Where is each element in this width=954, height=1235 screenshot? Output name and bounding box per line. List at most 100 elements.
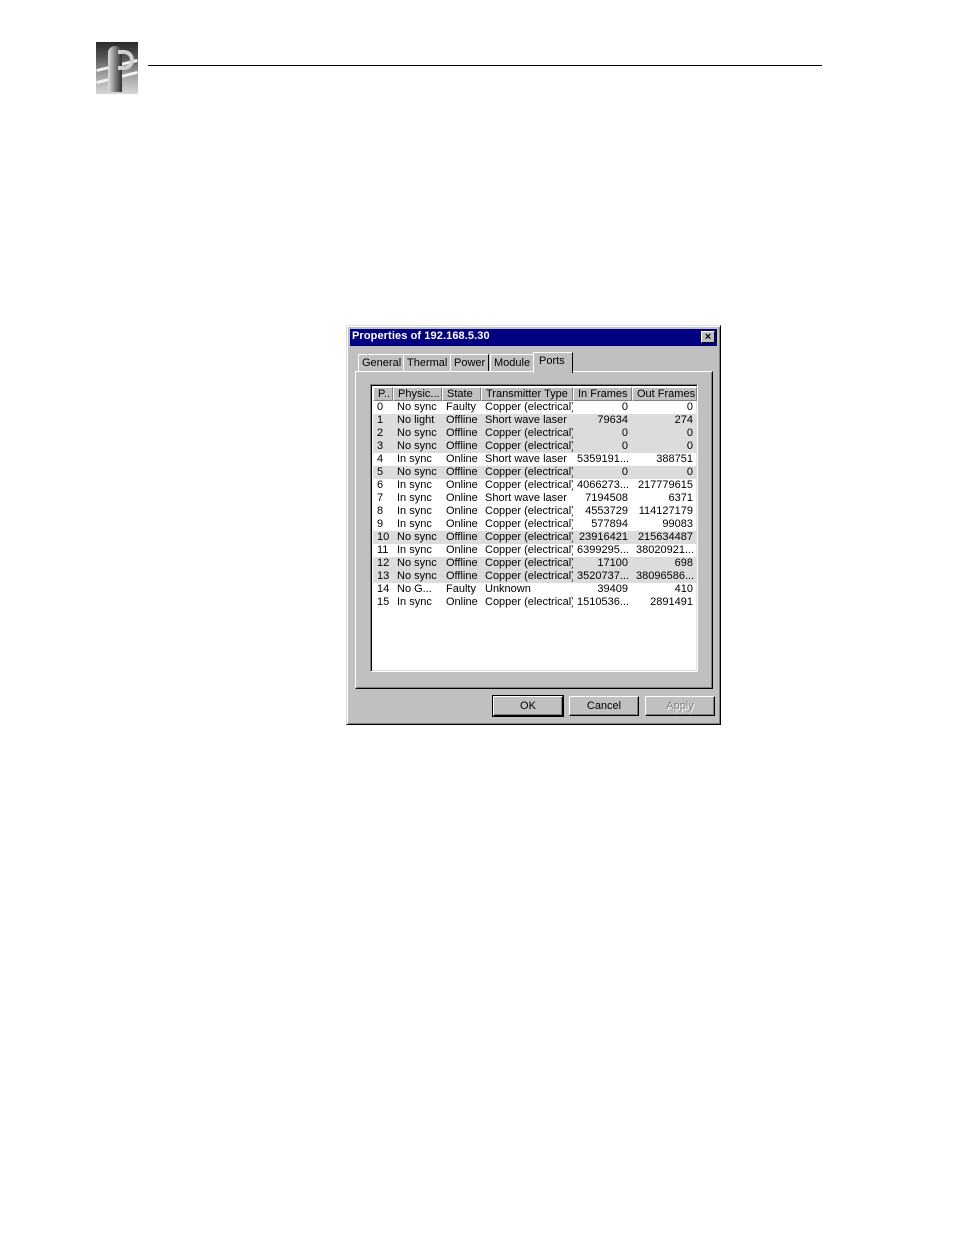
cell-in-frames: 0: [621, 427, 628, 439]
table-row[interactable]: 1 No light Offline Short wave laser 79634 274: [373, 414, 697, 427]
cell-state: Online: [446, 492, 478, 504]
close-button[interactable]: ×: [701, 331, 715, 343]
cell-out-frames: 215634487: [637, 531, 693, 543]
cell-physical: No sync: [397, 570, 437, 582]
cell-port: 0: [377, 401, 384, 413]
ports-list[interactable]: P.. Physic... State Transmitter Type In …: [370, 384, 698, 672]
table-row[interactable]: 13 No sync Offline Copper (electrical) 35207…: [373, 570, 697, 583]
cell-port: 7: [377, 492, 384, 504]
cell-state: Online: [446, 505, 478, 517]
dialog-title: Properties of 192.168.5.30: [352, 330, 490, 342]
column-header-physical[interactable]: Physic...: [393, 387, 442, 401]
cell-state: Offline: [446, 414, 478, 426]
table-row[interactable]: 5 No sync Offline Copper (electrical) 0 0: [373, 466, 697, 479]
cell-state: Offline: [446, 570, 478, 582]
cell-in-frames: 6399295...: [577, 544, 629, 556]
cell-state: Faulty: [446, 583, 476, 595]
cell-physical: No sync: [397, 557, 437, 569]
cell-physical: No sync: [397, 401, 437, 413]
table-row[interactable]: 0 No sync Faulty Copper (electrical) 0 0: [373, 401, 697, 414]
table-row[interactable]: 7 In sync Online Short wave laser 7194508 637…: [373, 492, 697, 505]
cell-out-frames: 410: [674, 583, 693, 595]
cancel-button[interactable]: Cancel: [569, 696, 639, 716]
table-row[interactable]: 10 No sync Offline Copper (electrical) 23916…: [373, 531, 697, 544]
cell-transmitter-type: Copper (electrical): [485, 427, 573, 439]
cell-transmitter-type: Copper (electrical): [485, 466, 573, 478]
cell-out-frames: 0: [686, 427, 693, 439]
table-row[interactable]: 15 In sync Online Copper (electrical) 151053…: [373, 596, 697, 609]
tab-power[interactable]: Power: [450, 354, 490, 371]
cell-transmitter-type: Copper (electrical): [485, 401, 573, 413]
ports-panel: P.. Physic... State Transmitter Type In …: [355, 371, 713, 689]
cell-transmitter-type: Short wave laser: [485, 492, 567, 504]
cell-in-frames: 4553729: [585, 505, 628, 517]
cell-in-frames: 17100: [597, 557, 628, 569]
cell-out-frames: 0: [686, 401, 693, 413]
cell-state: Offline: [446, 557, 478, 569]
column-header-out-frames[interactable]: Out Frames: [632, 387, 697, 401]
column-header-in-frames[interactable]: In Frames: [573, 387, 632, 401]
cell-in-frames: 7194508: [585, 492, 628, 504]
cell-physical: In sync: [397, 479, 432, 491]
cell-transmitter-type: Unknown: [485, 583, 531, 595]
cell-transmitter-type: Copper (electrical): [485, 544, 573, 556]
cell-physical: In sync: [397, 596, 432, 608]
cell-physical: No light: [397, 414, 435, 426]
cell-in-frames: 4066273...: [577, 479, 629, 491]
tab-ports[interactable]: Ports: [533, 352, 573, 373]
cell-out-frames: 0: [686, 440, 693, 452]
tab-general[interactable]: General: [358, 354, 406, 371]
cell-in-frames: 0: [621, 401, 628, 413]
cell-in-frames: 3520737...: [577, 570, 629, 582]
cell-state: Online: [446, 544, 478, 556]
cell-port: 4: [377, 453, 384, 465]
tab-module[interactable]: Module: [490, 354, 535, 371]
table-row[interactable]: 14 No G... Faulty Unknown 39409 410: [373, 583, 697, 596]
cell-port: 8: [377, 505, 384, 517]
cell-physical: In sync: [397, 505, 432, 517]
cell-port: 11: [377, 544, 389, 556]
table-row[interactable]: 12 No sync Offline Copper (electrical) 17100…: [373, 557, 697, 570]
cell-in-frames: 79634: [597, 414, 628, 426]
cell-physical: In sync: [397, 492, 432, 504]
cell-port: 12: [377, 557, 390, 569]
table-row[interactable]: 6 In sync Online Copper (electrical) 4066273…: [373, 479, 697, 492]
cell-state: Online: [446, 596, 478, 608]
tab-label: Module: [494, 357, 531, 369]
table-row[interactable]: 3 No sync Offline Copper (electrical) 0 0: [373, 440, 697, 453]
table-row[interactable]: 11 In sync Online Copper (electrical) 639929…: [373, 544, 697, 557]
ok-button[interactable]: OK: [492, 695, 564, 717]
cell-port: 14: [377, 583, 390, 595]
cell-transmitter-type: Short wave laser: [485, 453, 567, 465]
cell-out-frames: 6371: [668, 492, 693, 504]
table-row[interactable]: 9 In sync Online Copper (electrical) 577894 9…: [373, 518, 697, 531]
cell-transmitter-type: Copper (electrical): [485, 596, 573, 608]
cell-port: 15: [377, 596, 390, 608]
cell-physical: In sync: [397, 544, 432, 556]
cell-transmitter-type: Copper (electrical): [485, 570, 573, 582]
cell-transmitter-type: Copper (electrical): [485, 531, 573, 543]
cell-out-frames: 2891491: [650, 596, 693, 608]
cell-state: Online: [446, 518, 478, 530]
tab-label: Thermal: [407, 357, 448, 369]
column-header-transmitter-type[interactable]: Transmitter Type: [481, 387, 573, 401]
cell-out-frames: 0: [686, 466, 693, 478]
tab-thermal[interactable]: Thermal: [403, 354, 452, 371]
table-row[interactable]: 4 In sync Online Short wave laser 5359191...…: [373, 453, 697, 466]
title-bar[interactable]: Properties of 192.168.5.30 ×: [350, 329, 717, 346]
cell-state: Online: [446, 453, 478, 465]
apply-button[interactable]: Apply: [645, 696, 715, 716]
cell-physical: No G...: [397, 583, 432, 595]
header-rule: [148, 65, 822, 66]
cell-transmitter-type: Copper (electrical): [485, 518, 573, 530]
column-header-port[interactable]: P..: [373, 387, 393, 401]
table-row[interactable]: 2 No sync Offline Copper (electrical) 0 0: [373, 427, 697, 440]
list-header: P.. Physic... State Transmitter Type In …: [373, 387, 697, 401]
cell-port: 2: [377, 427, 384, 439]
table-row[interactable]: 8 In sync Online Copper (electrical) 4553729…: [373, 505, 697, 518]
list-body: 0 No sync Faulty Copper (electrical) 0 0 1 No l…: [373, 401, 697, 609]
tab-label: Ports: [539, 355, 565, 367]
cell-state: Faulty: [446, 401, 476, 413]
cell-port: 9: [377, 518, 384, 530]
column-header-state[interactable]: State: [442, 387, 481, 401]
